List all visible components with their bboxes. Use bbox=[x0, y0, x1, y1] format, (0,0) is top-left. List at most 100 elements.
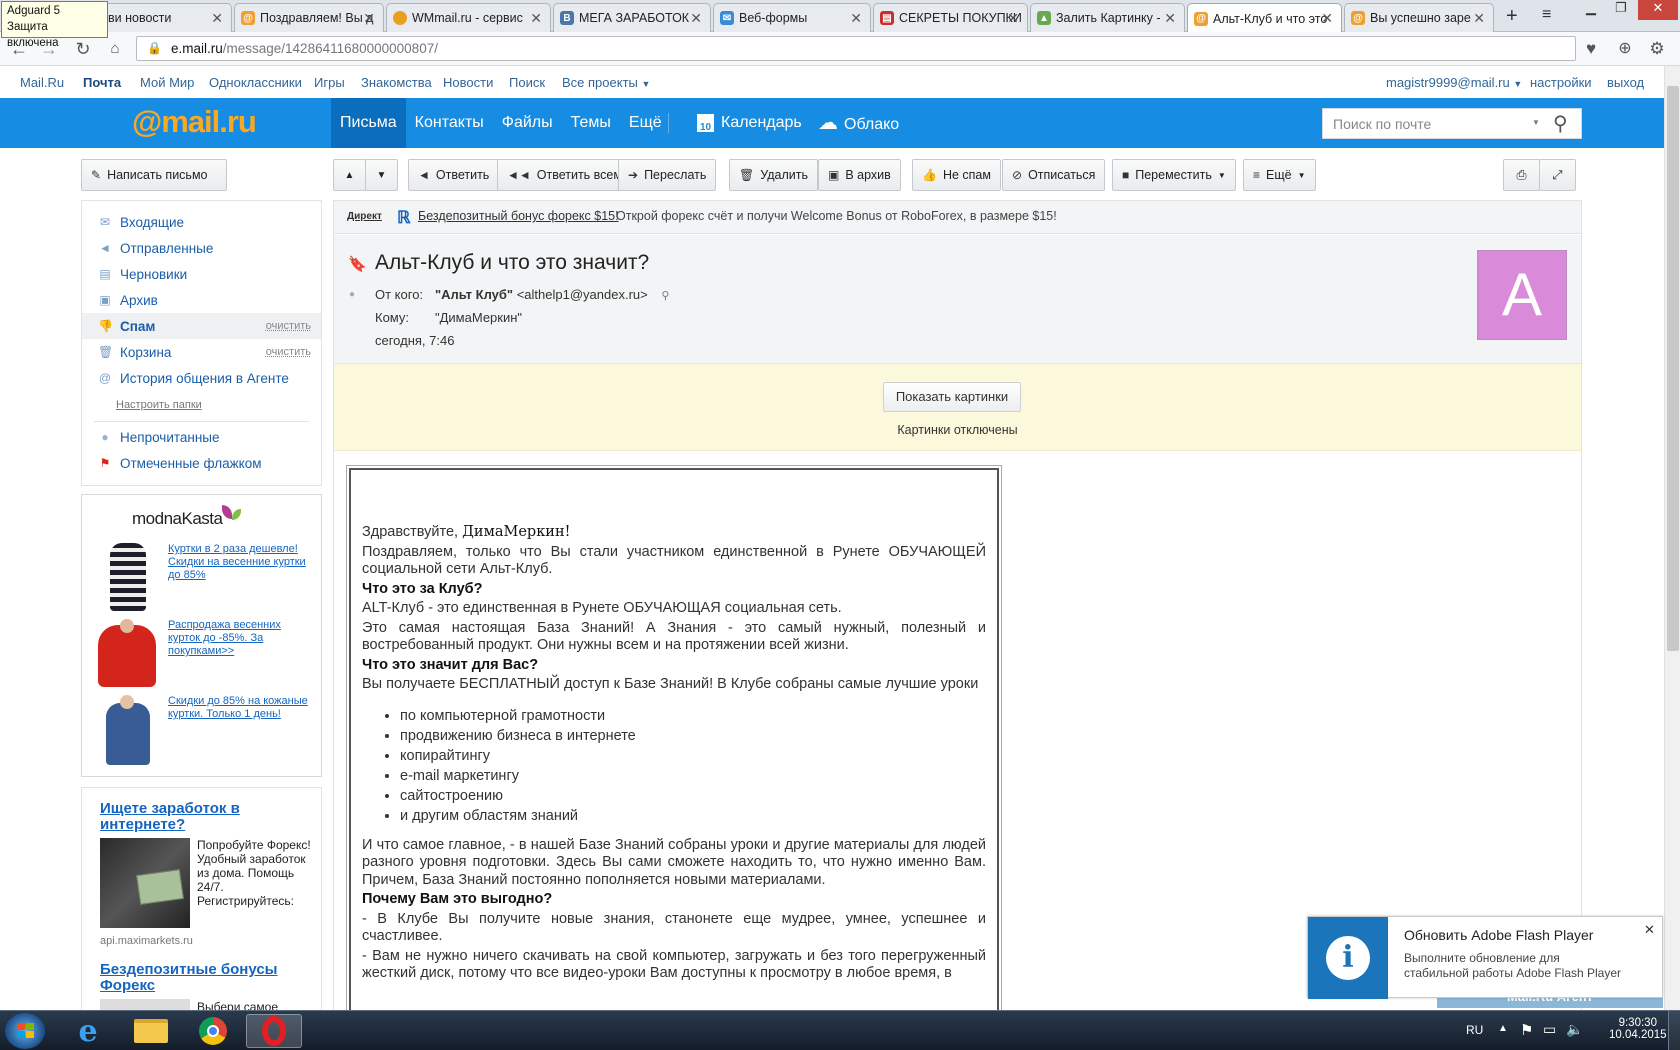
close-icon[interactable]: ✕ bbox=[1007, 10, 1019, 27]
close-icon[interactable]: ✕ bbox=[1164, 10, 1176, 27]
language-indicator[interactable]: RU bbox=[1466, 1023, 1483, 1037]
browser-tab[interactable]: ▤ СЕКРЕТЫ ПОКУПКИ ✕ bbox=[873, 3, 1028, 32]
close-window-icon[interactable]: ✕ bbox=[1638, 0, 1678, 20]
opera-icon[interactable] bbox=[246, 1014, 302, 1048]
search-icon[interactable]: ⚲ bbox=[661, 290, 669, 302]
browser-tab[interactable]: WMmail.ru - сервис ✕ bbox=[386, 3, 551, 32]
show-hidden-icons[interactable]: ▲ bbox=[1498, 1023, 1508, 1034]
reply-button[interactable]: ◄ Ответить bbox=[408, 159, 500, 191]
folder-sent[interactable]: ◄ Отправленные bbox=[82, 235, 321, 261]
flash-update-notification[interactable]: i Обновить Adobe Flash Player Выполните … bbox=[1307, 916, 1663, 999]
bookmark-heart-icon[interactable]: ♥ bbox=[1580, 38, 1602, 60]
direct-label[interactable]: Директ bbox=[347, 211, 382, 222]
prev-message-button[interactable]: ▲ bbox=[333, 159, 366, 191]
ad-link[interactable]: Куртки в 2 раза дешевле! Скидки на весен… bbox=[168, 543, 310, 582]
delete-button[interactable]: 🗑 Удалить bbox=[729, 159, 818, 191]
ad-domain[interactable]: api.maximarkets.ru bbox=[100, 935, 193, 947]
direct-ad-link[interactable]: Бездепозитный бонус форекс $15! bbox=[418, 209, 619, 223]
link-mailru[interactable]: Mail.Ru bbox=[20, 75, 64, 90]
ad-title-link[interactable]: Ищете заработок в интернете? bbox=[100, 801, 240, 833]
explorer-icon[interactable] bbox=[123, 1014, 179, 1048]
new-tab-icon[interactable]: + bbox=[1506, 5, 1518, 28]
jacket-image[interactable] bbox=[96, 695, 160, 767]
menu-icon[interactable]: ⚙ bbox=[1646, 38, 1668, 60]
filter-flagged[interactable]: ⚑ Отмеченные флажком bbox=[82, 450, 321, 476]
next-message-button[interactable]: ▼ bbox=[365, 159, 398, 191]
chrome-icon[interactable] bbox=[185, 1014, 241, 1048]
home-icon[interactable]: ⌂ bbox=[104, 38, 126, 60]
tab-more[interactable]: Ещё bbox=[620, 98, 671, 148]
search-input[interactable] bbox=[1323, 109, 1523, 138]
read-status-icon[interactable]: ● bbox=[349, 289, 355, 300]
filter-unread[interactable]: ● Непрочитанные bbox=[82, 424, 321, 450]
address-bar[interactable]: 🔒 e.mail.ru/message/14286411680000000807… bbox=[136, 36, 1576, 61]
link-search[interactable]: Поиск bbox=[509, 75, 545, 90]
clear-trash-link[interactable]: очистить bbox=[266, 346, 311, 358]
chevron-down-icon[interactable]: ▼ bbox=[1532, 118, 1540, 127]
restore-icon[interactable]: ❐ bbox=[1606, 0, 1636, 20]
clock[interactable]: 9:30:30 10.04.2015 bbox=[1609, 1017, 1667, 1041]
browser-tab[interactable]: @ Вы успешно заре ✕ bbox=[1344, 3, 1494, 32]
folder-spam[interactable]: 👎 Спам очистить bbox=[82, 313, 321, 339]
jacket-image[interactable] bbox=[96, 543, 160, 611]
download-icon[interactable]: ⊕ bbox=[1614, 38, 1636, 60]
page-scrollbar[interactable] bbox=[1664, 66, 1680, 1010]
link-settings[interactable]: настройки bbox=[1530, 75, 1592, 90]
user-menu[interactable]: magistr9999@mail.ru ▼ bbox=[1386, 75, 1522, 90]
folder-inbox[interactable]: ✉ Входящие bbox=[82, 209, 321, 235]
print-button[interactable]: ⎙ bbox=[1503, 159, 1540, 191]
jacket-image[interactable] bbox=[90, 619, 162, 689]
browser-tab[interactable]: B МЕГА ЗАРАБОТОК ✕ bbox=[553, 3, 711, 32]
link-odnoklassniki[interactable]: Одноклассники bbox=[209, 75, 302, 90]
bookmark-icon[interactable]: 🔖 bbox=[348, 255, 367, 273]
modnakasta-logo[interactable]: modnaKasta bbox=[132, 509, 223, 529]
link-moimir[interactable]: Мой Мир bbox=[140, 75, 194, 90]
not-spam-button[interactable]: 👍 Не спам bbox=[912, 159, 1001, 191]
minimize-icon[interactable]: ▁ bbox=[1576, 0, 1606, 20]
ie-icon[interactable]: e bbox=[60, 1014, 116, 1049]
network-icon[interactable]: ▭ bbox=[1543, 1021, 1556, 1038]
close-icon[interactable]: ✕ bbox=[1473, 10, 1485, 27]
folder-agent-history[interactable]: @ История общения в Агенте bbox=[82, 365, 321, 391]
link-pochta[interactable]: Почта bbox=[83, 75, 121, 90]
close-icon[interactable]: ✕ bbox=[850, 10, 862, 27]
close-icon[interactable]: ✕ bbox=[530, 10, 542, 27]
scrollbar-thumb[interactable] bbox=[1667, 86, 1679, 651]
money-image[interactable] bbox=[100, 838, 190, 928]
browser-tab[interactable]: ▲ Залить Картинку - ✕ bbox=[1030, 3, 1185, 32]
unsubscribe-button[interactable]: ⊘ Отписаться bbox=[1002, 159, 1106, 191]
recipient[interactable]: "ДимаМеркин" bbox=[435, 310, 522, 325]
tab-letters[interactable]: Письма bbox=[331, 98, 406, 148]
ad-link[interactable]: Скидки до 85% на кожаные куртки. Только … bbox=[168, 695, 310, 721]
folder-drafts[interactable]: ▤ Черновики bbox=[82, 261, 321, 287]
tab-list-icon[interactable]: ≡ bbox=[1542, 6, 1551, 24]
search-icon[interactable]: ⚲ bbox=[1553, 111, 1568, 136]
ad-title-link[interactable]: Бездепозитные бонусы Форекс bbox=[100, 962, 310, 994]
flag-icon[interactable]: ⚑ bbox=[1520, 1021, 1533, 1039]
show-images-button[interactable]: Показать картинки bbox=[883, 382, 1021, 412]
browser-tab[interactable]: @ Поздравляем! Вы д ✕ bbox=[234, 3, 384, 32]
link-games[interactable]: Игры bbox=[314, 75, 345, 90]
tab-themes[interactable]: Темы bbox=[562, 98, 620, 148]
mailru-logo[interactable]: @mail.ru bbox=[132, 104, 257, 140]
close-icon[interactable]: ✕ bbox=[211, 10, 223, 27]
browser-tab-active[interactable]: @ Альт-Клуб и что это ✕ bbox=[1187, 3, 1342, 33]
link-logout[interactable]: выход bbox=[1607, 75, 1644, 90]
more-button[interactable]: ≡ Ещё ▼ bbox=[1243, 159, 1316, 191]
tab-contacts[interactable]: Контакты bbox=[406, 98, 493, 148]
clear-spam-link[interactable]: очистить bbox=[266, 320, 311, 332]
start-button[interactable] bbox=[5, 1013, 45, 1049]
forward-button[interactable]: ➔ Переслать bbox=[618, 159, 717, 191]
link-news[interactable]: Новости bbox=[443, 75, 493, 90]
fullscreen-button[interactable]: ⤢ bbox=[1539, 159, 1576, 191]
archive-button[interactable]: ▣ В архив bbox=[818, 159, 901, 191]
volume-icon[interactable]: 🔈 bbox=[1566, 1021, 1583, 1038]
close-icon[interactable]: ✕ bbox=[1644, 922, 1655, 938]
close-icon[interactable]: ✕ bbox=[690, 10, 702, 27]
calendar-button[interactable]: 10 Календарь bbox=[697, 98, 802, 148]
tab-files[interactable]: Файлы bbox=[493, 98, 562, 148]
link-dating[interactable]: Знакомства bbox=[361, 75, 432, 90]
close-icon[interactable]: ✕ bbox=[1321, 10, 1333, 27]
sender[interactable]: "Альт Клуб" <althelp1@yandex.ru> ⚲ bbox=[435, 287, 669, 302]
avatar[interactable]: A bbox=[1477, 250, 1567, 340]
